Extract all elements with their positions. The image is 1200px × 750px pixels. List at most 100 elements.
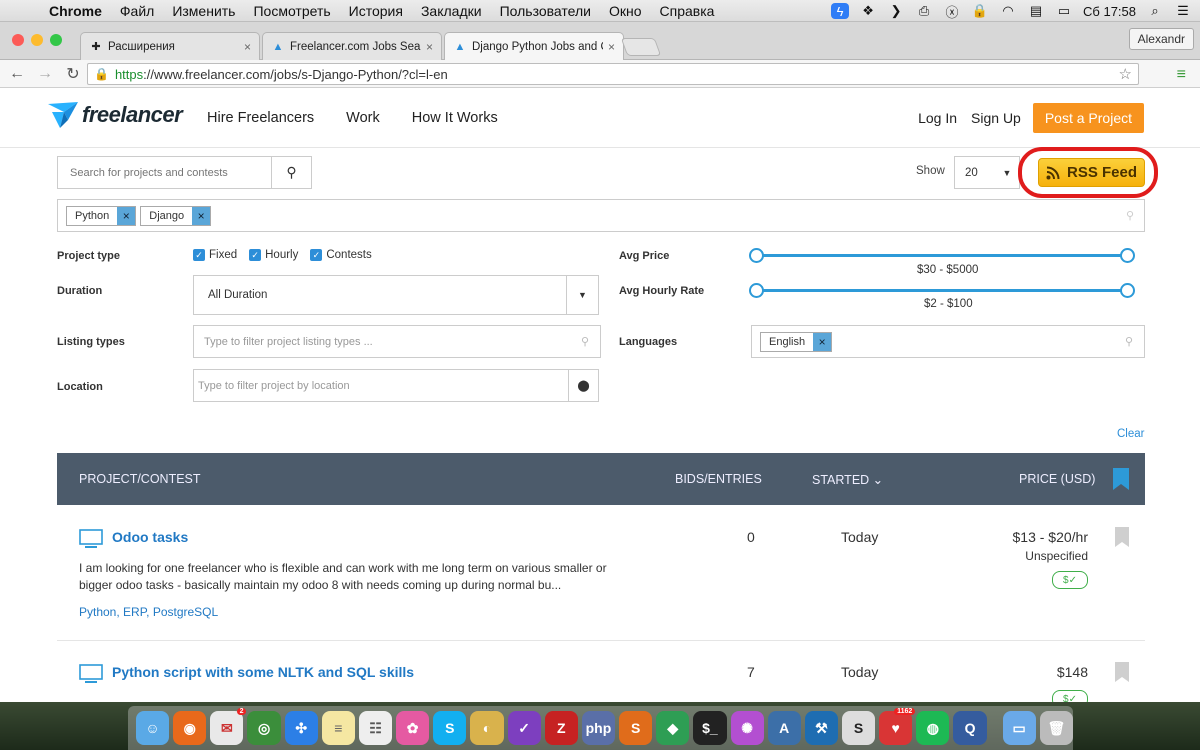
- filezilla-icon[interactable]: Z: [544, 711, 578, 745]
- languages-input[interactable]: English × ⚲: [751, 325, 1145, 358]
- checkbox-contests[interactable]: ✓ Contests: [310, 249, 372, 261]
- sequel-icon[interactable]: S: [841, 711, 876, 745]
- map-pin-icon[interactable]: ⬤: [568, 370, 598, 401]
- menu-bookmarks[interactable]: Закладки: [412, 3, 491, 19]
- close-tab-icon[interactable]: ×: [244, 40, 251, 54]
- omnifocus-icon[interactable]: ✓: [507, 711, 541, 745]
- lock-icon[interactable]: 🔒: [971, 3, 989, 19]
- remove-tag-icon[interactable]: ×: [192, 206, 211, 225]
- menu-app-name[interactable]: Chrome: [40, 3, 111, 19]
- avg-hourly-slider[interactable]: [749, 283, 1135, 299]
- spotify-icon[interactable]: ◍: [916, 711, 950, 745]
- remove-tag-icon[interactable]: ×: [813, 332, 832, 351]
- slider-min-handle[interactable]: [749, 248, 764, 263]
- signup-link[interactable]: Sign Up: [969, 110, 1023, 126]
- bolt-icon[interactable]: ϟ: [831, 3, 850, 19]
- notification-center-icon[interactable]: ☰: [1174, 3, 1192, 19]
- tab-extensions[interactable]: ✚ Расширения ×: [80, 32, 260, 60]
- rss-feed-button[interactable]: RSS Feed: [1038, 158, 1145, 187]
- col-price[interactable]: PRICE (USD): [1019, 472, 1095, 486]
- menu-people[interactable]: Пользователи: [491, 3, 600, 19]
- search-input[interactable]: [58, 157, 271, 188]
- col-project[interactable]: PROJECT/CONTEST: [79, 472, 201, 486]
- clear-filters-link[interactable]: Clear: [1117, 428, 1144, 440]
- bookmark-star-icon[interactable]: ☆: [1119, 65, 1132, 83]
- spotlight-icon[interactable]: ⌕: [1146, 3, 1164, 19]
- printer-icon[interactable]: ⎙: [915, 3, 933, 19]
- chevron-right-icon[interactable]: ❯: [887, 3, 905, 19]
- col-started[interactable]: STARTED ⌄: [812, 472, 883, 487]
- col-bids[interactable]: BIDS/ENTRIES: [675, 472, 762, 486]
- forward-icon[interactable]: →: [34, 65, 56, 83]
- x-circle-icon[interactable]: ⓧ: [943, 3, 961, 20]
- slider-max-handle[interactable]: [1120, 248, 1135, 263]
- downloads-folder-icon[interactable]: ▭: [1002, 711, 1036, 745]
- menu-view[interactable]: Посмотреть: [244, 3, 339, 19]
- reload-icon[interactable]: ↻: [62, 64, 84, 84]
- checkbox-hourly[interactable]: ✓ Hourly: [249, 249, 298, 261]
- flag-us-icon[interactable]: ▤: [1027, 3, 1045, 19]
- menu-help[interactable]: Справка: [651, 3, 724, 19]
- skype-icon[interactable]: S: [433, 711, 467, 745]
- nav-work[interactable]: Work: [346, 110, 380, 126]
- menu-history[interactable]: История: [340, 3, 412, 19]
- back-icon[interactable]: ←: [6, 65, 28, 83]
- bookmark-filter-icon[interactable]: [1112, 468, 1130, 490]
- close-tab-icon[interactable]: ×: [608, 40, 615, 54]
- wifi-icon[interactable]: ◠: [999, 3, 1017, 19]
- skill-tags-input[interactable]: Python × Django × ⚲: [57, 199, 1145, 232]
- sublime-icon[interactable]: S: [619, 711, 653, 745]
- search-icon[interactable]: ⚲: [271, 157, 311, 188]
- bookmark-icon[interactable]: [1114, 527, 1130, 547]
- reminders-icon[interactable]: ☷: [358, 711, 393, 745]
- finder-icon[interactable]: ☺: [136, 711, 170, 745]
- close-tab-icon[interactable]: ×: [426, 40, 433, 54]
- flower-app-icon[interactable]: ✺: [730, 711, 764, 745]
- checkbox-fixed[interactable]: ✓ Fixed: [193, 249, 237, 261]
- cyberduck-icon[interactable]: ◐: [470, 711, 504, 745]
- dropbox-icon[interactable]: ❖: [859, 3, 877, 19]
- instruments-icon[interactable]: A: [767, 711, 801, 745]
- minimize-window-button[interactable]: [31, 34, 43, 46]
- photos-icon[interactable]: ✿: [396, 711, 430, 745]
- xcode-icon[interactable]: ⚒: [804, 711, 838, 745]
- remove-tag-icon[interactable]: ×: [117, 206, 136, 225]
- terminal-icon[interactable]: $_: [693, 711, 727, 745]
- freelancer-logo[interactable]: freelancer: [46, 100, 183, 130]
- new-tab-button[interactable]: [620, 38, 662, 56]
- nav-hire-freelancers[interactable]: Hire Freelancers: [207, 110, 314, 126]
- duration-select[interactable]: All Duration ▼: [193, 275, 599, 315]
- project-title-link[interactable]: Python script with some NLTK and SQL ski…: [112, 664, 414, 680]
- clock[interactable]: Сб 17:58: [1083, 4, 1136, 19]
- notes-icon[interactable]: ≡: [321, 711, 355, 745]
- firefox-icon[interactable]: ◉: [173, 711, 207, 745]
- bookmark-icon[interactable]: [1114, 662, 1130, 682]
- git-icon[interactable]: ◆: [656, 711, 690, 745]
- menu-file[interactable]: Файл: [111, 3, 163, 19]
- slider-min-handle[interactable]: [749, 283, 764, 298]
- vivaldi-icon[interactable]: ♥ 1162: [879, 708, 916, 745]
- mail-icon[interactable]: ✉ 2: [210, 708, 247, 745]
- menu-edit[interactable]: Изменить: [163, 3, 244, 19]
- tab-django-python-jobs[interactable]: ▲ Django Python Jobs and C ×: [444, 32, 624, 61]
- tab-freelancer-search[interactable]: ▲ Freelancer.com Jobs Searc ×: [262, 32, 442, 60]
- maximize-window-button[interactable]: [50, 34, 62, 46]
- chrome-menu-icon[interactable]: ≡: [1177, 66, 1186, 84]
- post-project-button[interactable]: Post a Project: [1032, 103, 1144, 133]
- project-skills[interactable]: Python, ERP, PostgreSQL: [79, 605, 218, 619]
- safari-icon[interactable]: ✣: [284, 711, 318, 745]
- phpstorm-icon[interactable]: php: [581, 711, 616, 745]
- close-window-button[interactable]: [12, 34, 24, 46]
- battery-icon[interactable]: ▭: [1055, 3, 1073, 19]
- trash-icon[interactable]: 🗑: [1039, 711, 1073, 745]
- menu-window[interactable]: Окно: [600, 3, 651, 19]
- nav-how-it-works[interactable]: How It Works: [412, 110, 498, 126]
- quicktime-icon[interactable]: Q: [953, 711, 987, 745]
- avg-price-slider[interactable]: [749, 248, 1135, 264]
- show-count-select[interactable]: 20 ▼: [954, 156, 1020, 189]
- listing-types-input[interactable]: Type to filter project listing types ...…: [193, 325, 601, 358]
- address-bar[interactable]: 🔒 https://www.freelancer.com/jobs/s-Djan…: [87, 63, 1139, 85]
- login-link[interactable]: Log In: [916, 110, 959, 126]
- chrome-icon[interactable]: ◎: [247, 711, 281, 745]
- slider-max-handle[interactable]: [1120, 283, 1135, 298]
